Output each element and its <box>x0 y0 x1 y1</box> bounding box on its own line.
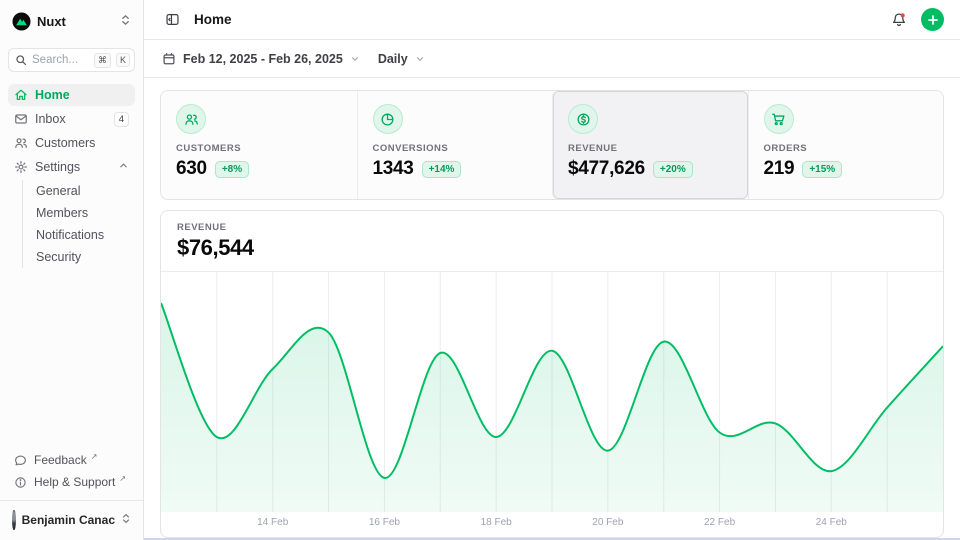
chart-header: REVENUE $76,544 <box>161 211 943 272</box>
sidebar-item-label: Inbox <box>35 112 107 126</box>
revenue-area-chart <box>161 272 943 512</box>
stat-card-customers[interactable]: CUSTOMERS 630 +8% <box>161 91 357 199</box>
sidebar-item-customers[interactable]: Customers <box>8 132 135 154</box>
stat-label: ORDERS <box>764 143 929 154</box>
x-tick-label: 20 Feb <box>592 517 623 528</box>
sidebar-nav: Home Inbox 4 Customers Settings <box>8 84 135 268</box>
help-support-link[interactable]: Help & Support ↗ <box>8 471 135 493</box>
chart-title: REVENUE <box>177 222 927 233</box>
date-range-label: Feb 12, 2025 - Feb 26, 2025 <box>183 52 343 66</box>
workspace-name: Nuxt <box>37 14 114 29</box>
stat-delta-badge: +20% <box>653 161 693 178</box>
period-select[interactable]: Daily <box>376 48 427 70</box>
x-tick-label: 22 Feb <box>704 517 735 528</box>
search-icon <box>15 54 27 66</box>
sidebar-item-inbox[interactable]: Inbox 4 <box>8 108 135 130</box>
sidebar-item-settings[interactable]: Settings <box>8 156 135 178</box>
search-input[interactable]: Search... ⌘ K <box>8 48 135 72</box>
avatar <box>12 510 16 530</box>
page-header: Home <box>144 0 960 40</box>
kbd-cmd: ⌘ <box>94 53 111 68</box>
stat-card-orders[interactable]: ORDERS 219 +15% <box>748 91 944 199</box>
date-range-picker[interactable]: Feb 12, 2025 - Feb 26, 2025 <box>160 48 362 70</box>
chevron-up-down-icon <box>121 511 131 529</box>
help-support-label: Help & Support <box>34 475 115 489</box>
plus-icon <box>927 14 939 26</box>
chevron-down-icon <box>415 54 425 64</box>
stat-label: CONVERSIONS <box>373 143 538 154</box>
stat-value: 219 <box>764 158 795 180</box>
stat-delta-badge: +8% <box>215 161 249 178</box>
sidebar-item-home[interactable]: Home <box>8 84 135 106</box>
kbd-k: K <box>116 53 130 67</box>
sidebar-item-label: Settings <box>35 160 111 174</box>
period-label: Daily <box>378 52 408 66</box>
external-link-icon: ↗ <box>91 452 98 461</box>
bell-icon <box>891 12 907 28</box>
user-name: Benjamin Canac <box>22 513 115 527</box>
stat-value: 630 <box>176 158 207 180</box>
filters-toolbar: Feb 12, 2025 - Feb 26, 2025 Daily <box>144 40 960 78</box>
feedback-link[interactable]: Feedback ↗ <box>8 449 135 471</box>
notifications-button[interactable] <box>887 8 911 32</box>
calendar-icon <box>162 52 176 66</box>
x-tick-label: 24 Feb <box>816 517 847 528</box>
home-icon <box>14 88 28 102</box>
stat-delta-badge: +15% <box>802 161 842 178</box>
workspace-selector[interactable]: Nuxt <box>8 10 135 33</box>
x-tick-label: 18 Feb <box>481 517 512 528</box>
revenue-chart-card: REVENUE $76,544 14 Feb 16 Feb 18 Feb 20 Feb… <box>160 210 944 538</box>
stat-card-revenue[interactable]: REVENUE $477,626 +20% <box>552 91 748 199</box>
dashboard-app: Nuxt Search... ⌘ K Home <box>0 0 960 540</box>
circle-dollar-icon <box>568 104 598 134</box>
pie-chart-icon <box>373 104 403 134</box>
stats-row: CUSTOMERS 630 +8% CONVERSIONS 1343 +14% <box>160 90 944 200</box>
settings-subnav: General Members Notifications Security <box>22 180 135 268</box>
stat-delta-badge: +14% <box>422 161 462 178</box>
search-placeholder: Search... <box>32 54 89 66</box>
sidebar-item-members[interactable]: Members <box>36 202 135 224</box>
feedback-label: Feedback <box>34 453 87 467</box>
external-link-icon: ↗ <box>119 474 126 483</box>
sidebar-item-notifications[interactable]: Notifications <box>36 224 135 246</box>
stat-value: 1343 <box>373 158 414 180</box>
content-area: CUSTOMERS 630 +8% CONVERSIONS 1343 +14% <box>144 78 960 540</box>
info-circle-icon <box>14 476 27 489</box>
inbox-count-badge: 4 <box>114 112 129 127</box>
users-icon <box>14 136 28 150</box>
sidebar-item-label: Home <box>35 88 129 102</box>
sidebar-item-security[interactable]: Security <box>36 246 135 268</box>
gear-icon <box>14 160 28 174</box>
collapse-sidebar-button[interactable] <box>160 8 184 32</box>
chevron-up-icon <box>118 160 129 174</box>
sidebar-item-general[interactable]: General <box>36 180 135 202</box>
stat-value: $477,626 <box>568 158 645 180</box>
chart-plot-area[interactable] <box>161 272 943 512</box>
inbox-icon <box>14 112 28 126</box>
x-tick-label: 16 Feb <box>369 517 400 528</box>
page-title: Home <box>194 12 877 27</box>
chevron-up-down-icon <box>120 13 131 31</box>
user-menu[interactable]: Benjamin Canac <box>8 508 135 532</box>
chart-current-value: $76,544 <box>177 235 927 261</box>
stat-label: CUSTOMERS <box>176 143 342 154</box>
x-tick-label: 14 Feb <box>257 517 288 528</box>
x-axis: 14 Feb 16 Feb 18 Feb 20 Feb 22 Feb 24 Feb <box>161 512 943 537</box>
add-button[interactable] <box>921 8 944 31</box>
nuxt-logo-icon <box>12 12 31 31</box>
main-panel: Home Feb 12, 2025 - Feb 26, 2025 <box>144 0 960 540</box>
sidebar: Nuxt Search... ⌘ K Home <box>0 0 144 540</box>
users-icon <box>176 104 206 134</box>
stat-card-conversions[interactable]: CONVERSIONS 1343 +14% <box>357 91 553 199</box>
chevron-down-icon <box>350 54 360 64</box>
panel-left-icon <box>165 12 180 27</box>
cart-icon <box>764 104 794 134</box>
sidebar-item-label: Customers <box>35 136 129 150</box>
stat-label: REVENUE <box>568 143 733 154</box>
speech-bubble-icon <box>14 454 27 467</box>
